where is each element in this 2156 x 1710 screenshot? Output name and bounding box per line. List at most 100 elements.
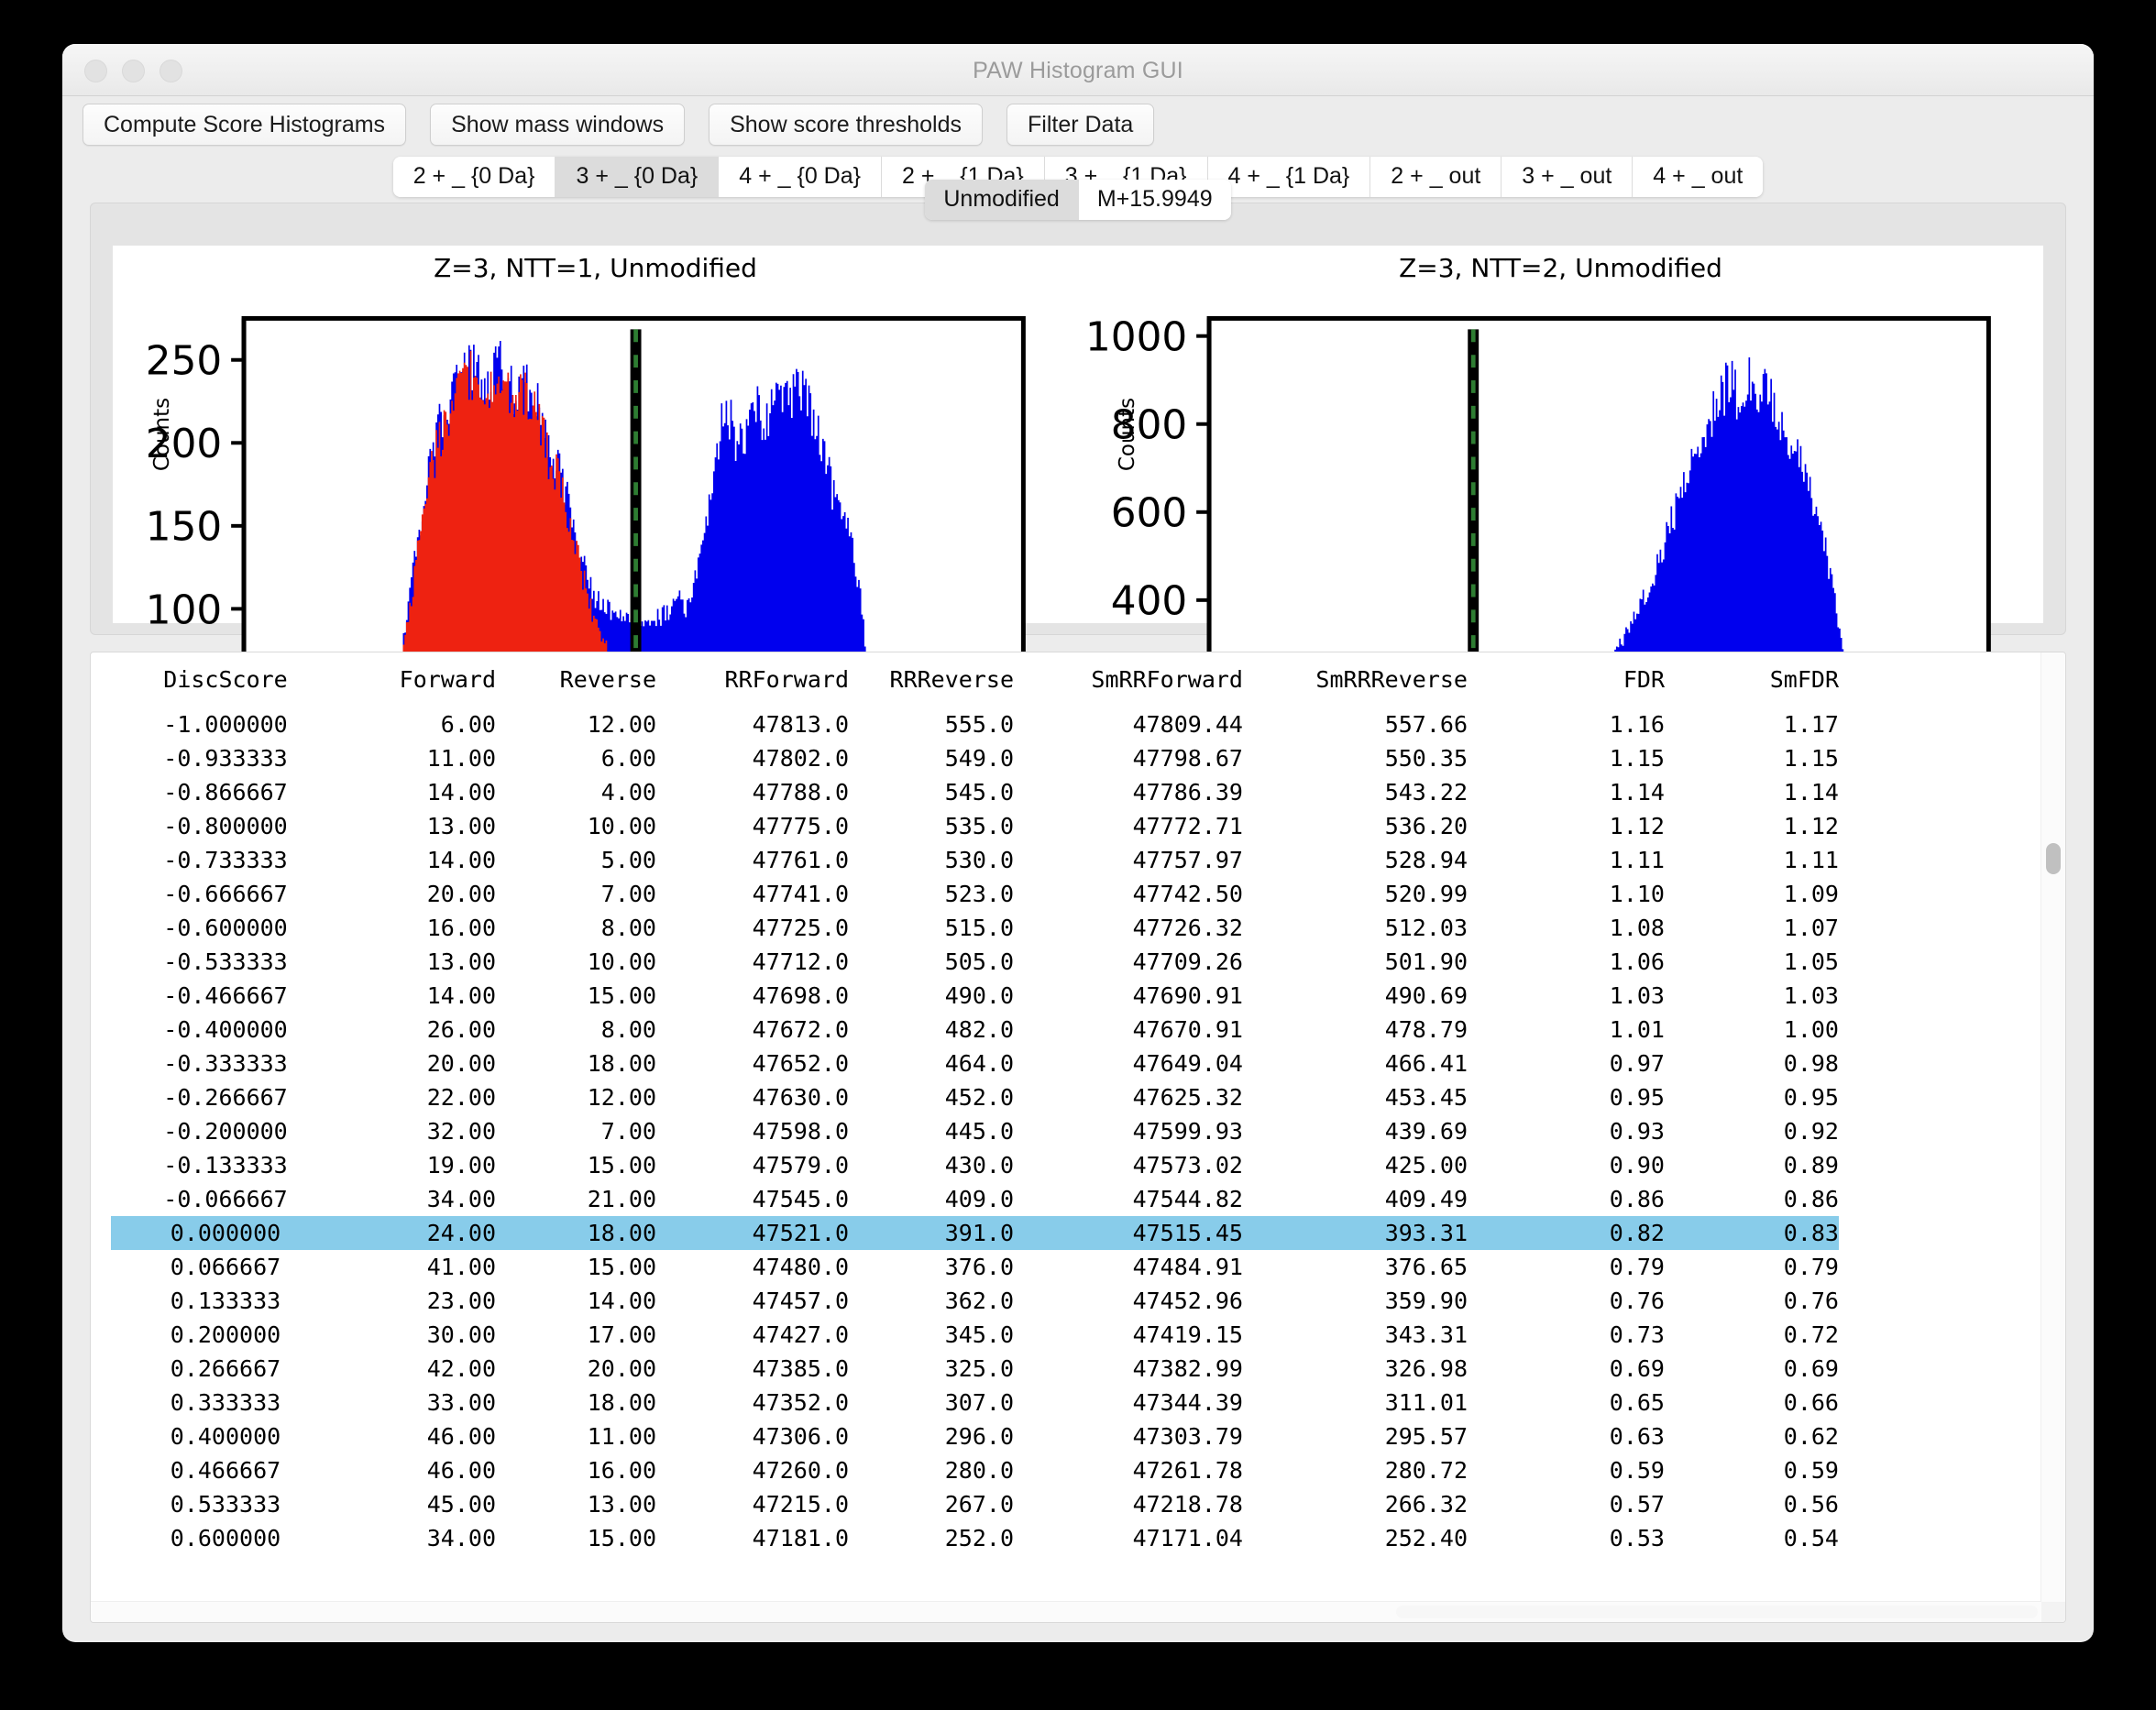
- table-row[interactable]: -0.866667 14.00 4.00 47788.0 545.0 47786.39 54…: [111, 775, 1839, 809]
- table-vertical-scrollbar[interactable]: [2040, 652, 2065, 1602]
- table-cell-rrforward: 47181.0: [752, 1525, 849, 1551]
- scrollbar-corner: [2041, 1602, 2065, 1622]
- table-cell-smrrforward: 47452.96: [1132, 1288, 1243, 1314]
- table-cell-reverse: 10.00: [587, 813, 656, 839]
- table-cell-reverse: 7.00: [600, 1118, 656, 1145]
- table-row[interactable]: -1.000000 6.00 12.00 47813.0 555.0 47809.44 55…: [111, 707, 1839, 741]
- table-cell-smrrforward: 47218.78: [1132, 1491, 1243, 1518]
- table-cell-smfdr: 1.14: [1783, 779, 1839, 806]
- tab-m-plus-15-9949[interactable]: M+15.9949: [1078, 180, 1231, 220]
- table-cell-fdr: 0.65: [1609, 1389, 1665, 1416]
- table-cell-rrreverse: 445.0: [944, 1118, 1014, 1145]
- table-cell-rrreverse: 391.0: [849, 1216, 1014, 1250]
- table-row[interactable]: -0.066667 34.00 21.00 47545.0 409.0 47544.82 4…: [111, 1182, 1839, 1216]
- table-cell-smrrforward: 47709.26: [1132, 948, 1243, 975]
- table-cell-forward: 16.00: [426, 915, 496, 941]
- table-row[interactable]: -0.266667 22.00 12.00 47630.0 452.0 47625.32 4…: [111, 1080, 1839, 1114]
- table-vertical-scroll-thumb[interactable]: [2046, 843, 2061, 874]
- table-row[interactable]: 0.066667 41.00 15.00 47480.0 376.0 47484.91 37…: [111, 1250, 1839, 1284]
- table-cell-fdr: 1.08: [1609, 915, 1665, 941]
- table-row[interactable]: -0.200000 32.00 7.00 47598.0 445.0 47599.93 43…: [111, 1114, 1839, 1148]
- table-cell-smrrforward: 47690.91: [1132, 982, 1243, 1009]
- table-cell-discscore: -0.600000: [163, 915, 288, 941]
- table-cell-forward: 32.00: [426, 1118, 496, 1145]
- table-cell-forward: 6.00: [440, 711, 496, 738]
- table-cell-rrreverse: 376.0: [944, 1254, 1014, 1280]
- table-cell-reverse: 4.00: [600, 779, 656, 806]
- table-row[interactable]: -0.933333 11.00 6.00 47802.0 549.0 47798.67 55…: [111, 741, 1839, 775]
- table-cell-rrforward: 47352.0: [752, 1389, 849, 1416]
- table-row[interactable]: 0.400000 46.00 11.00 47306.0 296.0 47303.79 29…: [111, 1420, 1839, 1453]
- table-cell-reverse: 8.00: [600, 915, 656, 941]
- table-row[interactable]: -0.333333 20.00 18.00 47652.0 464.0 47649.04 4…: [111, 1047, 1839, 1080]
- table-row[interactable]: 0.266667 42.00 20.00 47385.0 325.0 47382.99 32…: [111, 1352, 1839, 1386]
- table-cell-fdr: 0.79: [1609, 1254, 1665, 1280]
- show-mass-windows-button[interactable]: Show mass windows: [430, 104, 686, 146]
- table-row[interactable]: -0.666667 20.00 7.00 47741.0 523.0 47742.50 52…: [111, 877, 1839, 911]
- table-cell-rrreverse: 515.0: [944, 915, 1014, 941]
- compute-score-histograms-button[interactable]: Compute Score Histograms: [82, 104, 407, 146]
- table-row[interactable]: -0.600000 16.00 8.00 47725.0 515.0 47726.32 51…: [111, 911, 1839, 945]
- table-row[interactable]: -0.733333 14.00 5.00 47761.0 530.0 47757.97 52…: [111, 843, 1839, 877]
- table-cell-smrrreverse: 252.40: [1384, 1525, 1468, 1551]
- col-smrrforward: SmRRForward: [1091, 666, 1243, 693]
- table-cell-reverse: 18.00: [496, 1216, 656, 1250]
- table-row[interactable]: 0.333333 33.00 18.00 47352.0 307.0 47344.39 31…: [111, 1386, 1839, 1420]
- table-cell-discscore: 0.600000: [170, 1525, 281, 1551]
- table-cell-discscore: 0.066667: [170, 1254, 281, 1280]
- window-title: PAW Histogram GUI: [973, 58, 1183, 83]
- table-row[interactable]: 0.200000 30.00 17.00 47427.0 345.0 47419.15 34…: [111, 1318, 1839, 1352]
- tab-unmodified[interactable]: Unmodified: [925, 180, 1079, 220]
- table-row[interactable]: 0.133333 23.00 14.00 47457.0 362.0 47452.96 35…: [111, 1284, 1839, 1318]
- table-cell-smfdr: 0.76: [1783, 1288, 1839, 1314]
- col-rrforward: RRForward: [724, 666, 849, 693]
- table-cell-rrreverse: 362.0: [944, 1288, 1014, 1314]
- table-row[interactable]: -0.133333 19.00 15.00 47579.0 430.0 47573.02 4…: [111, 1148, 1839, 1182]
- table-cell-smrrforward: 47171.04: [1132, 1525, 1243, 1551]
- table-row[interactable]: 0.533333 45.00 13.00 47215.0 267.0 47218.78 26…: [111, 1487, 1839, 1521]
- table-cell-smfdr: 0.69: [1783, 1355, 1839, 1382]
- table-row[interactable]: -0.533333 13.00 10.00 47712.0 505.0 47709.26 5…: [111, 945, 1839, 979]
- table-cell-fdr: 1.15: [1609, 745, 1665, 772]
- table-cell-smfdr: 1.15: [1783, 745, 1839, 772]
- table-row[interactable]: -0.400000 26.00 8.00 47672.0 482.0 47670.91 47…: [111, 1013, 1839, 1047]
- table-cell-reverse: 13.00: [587, 1491, 656, 1518]
- table-cell-forward: 23.00: [426, 1288, 496, 1314]
- table-cell-smrrreverse: 536.20: [1384, 813, 1468, 839]
- table-row[interactable]: -0.466667 14.00 15.00 47698.0 490.0 47690.91 4…: [111, 979, 1839, 1013]
- table-cell-smrrreverse: 376.65: [1384, 1254, 1468, 1280]
- table-row[interactable]: 0.466667 46.00 16.00 47260.0 280.0 47261.78 28…: [111, 1453, 1839, 1487]
- table-cell-forward: 42.00: [426, 1355, 496, 1382]
- table-cell-smrrreverse: 393.31: [1243, 1216, 1468, 1250]
- table-row[interactable]: -0.800000 13.00 10.00 47775.0 535.0 47772.71 5…: [111, 809, 1839, 843]
- table-cell-discscore: -0.266667: [163, 1084, 288, 1111]
- table-cell-forward: 13.00: [426, 813, 496, 839]
- table-cell-reverse: 18.00: [587, 1389, 656, 1416]
- table-cell-smrrreverse: 266.32: [1384, 1491, 1468, 1518]
- table-cell-rrreverse: 555.0: [944, 711, 1014, 738]
- table-cell-discscore: -0.866667: [163, 779, 288, 806]
- table-cell-forward: 33.00: [426, 1389, 496, 1416]
- show-score-thresholds-button[interactable]: Show score thresholds: [709, 104, 983, 146]
- table-cell-smrrforward: 47544.82: [1132, 1186, 1243, 1212]
- table-cell-discscore: -0.333333: [163, 1050, 288, 1077]
- main-content: Unmodified M+15.9949 Z=3, NTT=1, Unmodif…: [81, 180, 2075, 1634]
- table-cell-rrreverse: 267.0: [944, 1491, 1014, 1518]
- table-cell-smrrforward: 47772.71: [1132, 813, 1243, 839]
- svg-text:400: 400: [1111, 578, 1187, 625]
- table-cell-rrreverse: 549.0: [944, 745, 1014, 772]
- table-cell-rrreverse: 430.0: [944, 1152, 1014, 1178]
- col-fdr: FDR: [1622, 666, 1665, 693]
- table-cell-discscore: 0.400000: [170, 1423, 281, 1450]
- histogram-ntt2: Z=3, NTT=2, Unmodified Counts Disc Score…: [1078, 246, 2043, 992]
- table-row[interactable]: 0.000000 24.00 18.00 47521.0 391.0 47515.45 39…: [111, 1216, 1839, 1250]
- filter-data-button[interactable]: Filter Data: [1006, 104, 1155, 146]
- table-horizontal-scrollbar[interactable]: [91, 1601, 2041, 1622]
- table-cell-discscore: 0.466667: [170, 1457, 281, 1484]
- table-horizontal-scroll-thumb[interactable]: [1396, 1606, 2038, 1618]
- table-cell-reverse: 7.00: [600, 881, 656, 907]
- table-cell-discscore: 0.133333: [170, 1288, 281, 1314]
- table-cell-rrforward: 47427.0: [752, 1321, 849, 1348]
- table-row[interactable]: 0.600000 34.00 15.00 47181.0 252.0 47171.04 25…: [111, 1521, 1839, 1555]
- table-cell-discscore: 0.000000: [111, 1216, 340, 1250]
